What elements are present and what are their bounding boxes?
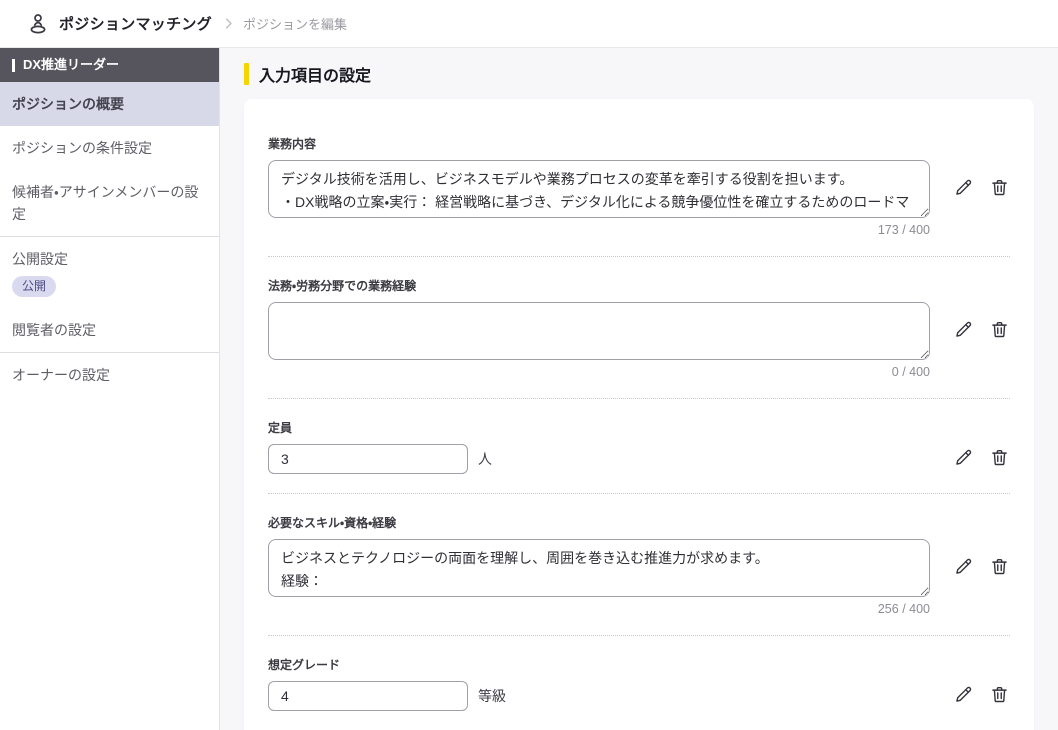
- sidebar-item[interactable]: 閲覧者の設定: [0, 308, 219, 353]
- sidebar-item[interactable]: ポジションの概要: [0, 82, 219, 126]
- breadcrumb-current: ポジションを編集: [243, 14, 347, 33]
- section-title: 入力項目の設定: [259, 62, 371, 86]
- edit-field-button[interactable]: [953, 177, 974, 201]
- form-field-row: 業務内容: [268, 135, 1010, 257]
- form-field-row: 想定グレード 等級: [268, 636, 1010, 730]
- pencil-icon: [953, 447, 974, 471]
- trash-icon: [989, 684, 1010, 708]
- title-accent-bar: [12, 59, 15, 72]
- pencil-icon: [953, 177, 974, 201]
- field-input[interactable]: [268, 444, 468, 474]
- trash-icon: [989, 177, 1010, 201]
- position-title-text: DX推進リーダー: [23, 57, 119, 73]
- field-textarea[interactable]: [268, 302, 930, 360]
- delete-field-button[interactable]: [989, 556, 1010, 580]
- delete-field-button[interactable]: [989, 177, 1010, 201]
- field-textarea[interactable]: [268, 539, 930, 597]
- field-label: 法務・労務分野での業務経験: [268, 277, 1010, 294]
- delete-field-button[interactable]: [989, 319, 1010, 343]
- sidebar-item-label: 閲覧者の設定: [12, 319, 96, 341]
- pencil-icon: [953, 556, 974, 580]
- edit-field-button[interactable]: [953, 556, 974, 580]
- sidebar: DX推進リーダー ポジションの概要 ポジションの条件設定 候補者・アサインメンバ…: [0, 48, 220, 730]
- edit-field-button[interactable]: [953, 447, 974, 471]
- sidebar-item[interactable]: 候補者・アサインメンバーの設定: [0, 170, 219, 237]
- visibility-badge: 公開: [12, 276, 56, 297]
- sidebar-nav: ポジションの概要 ポジションの条件設定 候補者・アサインメンバーの設定 公開設定…: [0, 82, 219, 397]
- fields-card: 業務内容: [244, 99, 1034, 730]
- form-field-row: 必要なスキル・資格・経験: [268, 494, 1010, 636]
- delete-field-button[interactable]: [989, 684, 1010, 708]
- field-input[interactable]: [268, 681, 468, 711]
- app-title[interactable]: ポジションマッチング: [59, 13, 212, 34]
- sidebar-item-label: ポジションの条件設定: [12, 137, 152, 159]
- chevron-right-icon: [221, 16, 236, 31]
- main-panel: 入力項目の設定 業務内容: [220, 48, 1058, 730]
- pencil-icon: [953, 684, 974, 708]
- sidebar-item-label: オーナーの設定: [12, 364, 110, 386]
- field-label: 定員: [268, 419, 1010, 436]
- field-textarea[interactable]: [268, 160, 930, 218]
- sidebar-item[interactable]: ポジションの条件設定: [0, 126, 219, 170]
- field-unit-suffix: 等級: [478, 686, 506, 706]
- sidebar-item[interactable]: オーナーの設定: [0, 353, 219, 397]
- form-field-row: 法務・労務分野での業務経験: [268, 257, 1010, 399]
- sidebar-item-label: ポジションの概要: [12, 93, 124, 115]
- edit-field-button[interactable]: [953, 684, 974, 708]
- sidebar-item-label: 公開設定: [12, 248, 68, 270]
- top-header: ポジションマッチング ポジションを編集: [0, 0, 1058, 48]
- char-counter: 173 / 400: [268, 223, 930, 237]
- sidebar-item-label: 候補者・アサインメンバーの設定: [12, 181, 207, 225]
- field-label: 業務内容: [268, 135, 1010, 152]
- sidebar-item[interactable]: 公開設定 公開: [0, 237, 219, 308]
- field-label: 想定グレード: [268, 656, 1010, 673]
- section-heading: 入力項目の設定: [244, 62, 1034, 86]
- trash-icon: [989, 447, 1010, 471]
- sidebar-position-title: DX推進リーダー: [0, 48, 219, 82]
- edit-field-button[interactable]: [953, 319, 974, 343]
- person-marker-icon: [26, 12, 50, 36]
- field-label: 必要なスキル・資格・経験: [268, 514, 1010, 531]
- char-counter: 256 / 400: [268, 602, 930, 616]
- field-unit-suffix: 人: [478, 449, 492, 469]
- section-accent-bar: [244, 63, 249, 85]
- trash-icon: [989, 556, 1010, 580]
- delete-field-button[interactable]: [989, 447, 1010, 471]
- form-field-row: 定員 人: [268, 399, 1010, 494]
- pencil-icon: [953, 319, 974, 343]
- trash-icon: [989, 319, 1010, 343]
- char-counter: 0 / 400: [268, 365, 930, 379]
